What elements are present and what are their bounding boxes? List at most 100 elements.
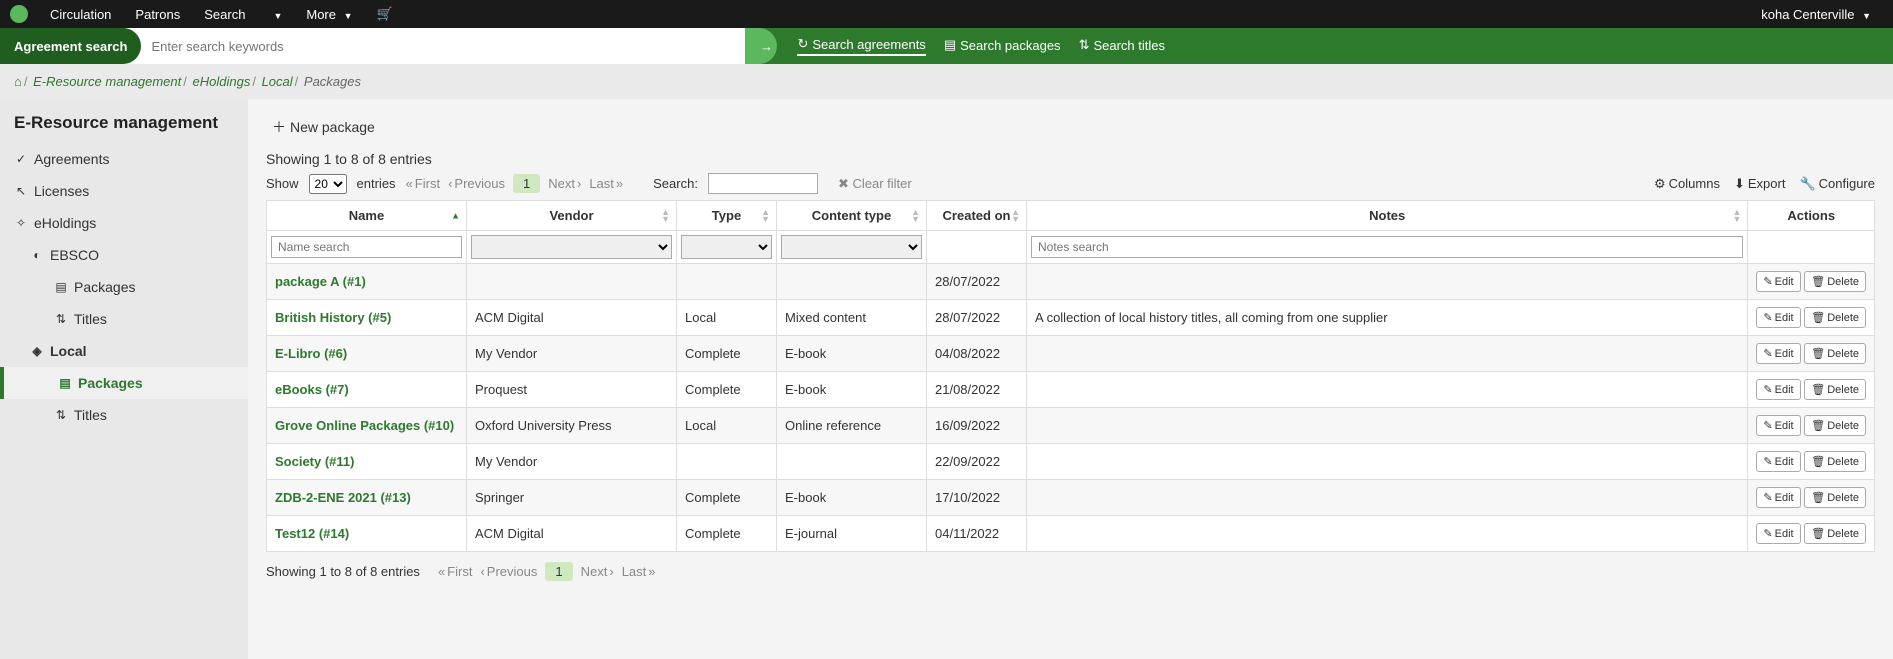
pager-current[interactable]: 1 [513, 174, 540, 193]
col-vendor[interactable]: Vendor▲▼ [467, 201, 677, 231]
package-name-link[interactable]: E-Libro (#6) [275, 346, 347, 361]
cart-icon[interactable]: 🛒 [365, 6, 405, 22]
breadcrumb-erm[interactable]: E-Resource management [33, 74, 181, 89]
filter-type-select[interactable] [681, 235, 772, 259]
edit-button[interactable]: ✎Edit [1756, 271, 1800, 292]
nav-patrons[interactable]: Patrons [123, 7, 192, 22]
new-package-button[interactable]: ＋New package [266, 113, 381, 141]
pager-bottom: «First ‹Previous 1 Next› Last» [438, 562, 656, 581]
pager-next[interactable]: Next› [548, 176, 581, 191]
configure-button[interactable]: 🔧Configure [1799, 176, 1875, 192]
search-input[interactable] [151, 33, 763, 60]
package-name-link[interactable]: British History (#5) [275, 310, 391, 325]
tab-search-agreements[interactable]: ↻Search agreements [797, 36, 925, 56]
table-search-input[interactable] [708, 173, 818, 194]
user-menu[interactable]: koha Centerville ▼ [1749, 7, 1883, 22]
packages-table: Name▲ Vendor▲▼ Type▲▼ Content type▲▼ Cre… [266, 200, 1875, 552]
delete-button[interactable]: 🗑Delete [1804, 271, 1866, 292]
cell-type: Local [677, 300, 777, 336]
page-size-select[interactable]: 20 [309, 174, 347, 194]
sidebar-item-titles[interactable]: ⇅Titles [0, 399, 248, 431]
pager-first[interactable]: «First [438, 564, 473, 579]
col-content-type[interactable]: Content type▲▼ [777, 201, 927, 231]
logo-icon[interactable] [10, 5, 28, 23]
delete-button[interactable]: 🗑Delete [1804, 343, 1866, 364]
nav-search[interactable]: Search [192, 7, 257, 22]
pager-current[interactable]: 1 [545, 562, 572, 581]
edit-button[interactable]: ✎Edit [1756, 487, 1800, 508]
nav-circulation[interactable]: Circulation [38, 7, 123, 22]
filter-name-input[interactable] [271, 236, 462, 258]
sidebar-title: E-Resource management [0, 109, 248, 143]
package-name-link[interactable]: Test12 (#14) [275, 526, 349, 541]
col-created-on[interactable]: Created on▲▼ [927, 201, 1027, 231]
caret-down-icon: ▼ [344, 11, 353, 21]
edit-button[interactable]: ✎Edit [1756, 307, 1800, 328]
clear-filter-button[interactable]: ✖ Clear filter [838, 176, 912, 192]
delete-button[interactable]: 🗑Delete [1804, 523, 1866, 544]
pager-previous[interactable]: ‹Previous [480, 564, 537, 579]
pager-first[interactable]: «First [406, 176, 441, 191]
sort-icon: ▲▼ [761, 209, 770, 223]
refresh-icon: ↻ [797, 36, 808, 52]
edit-button[interactable]: ✎Edit [1756, 415, 1800, 436]
col-notes[interactable]: Notes▲▼ [1027, 201, 1748, 231]
main-content: ＋New package Showing 1 to 8 of 8 entries… [248, 99, 1893, 659]
cell-created: 17/10/2022 [927, 480, 1027, 516]
nav-caret-dropdown[interactable]: ▼ [257, 7, 294, 22]
breadcrumb-eholdings[interactable]: eHoldings [193, 74, 251, 89]
sidebar-item-local[interactable]: ◈Local [0, 335, 248, 367]
pager-previous[interactable]: ‹Previous [448, 176, 505, 191]
delete-button[interactable]: 🗑Delete [1804, 415, 1866, 436]
searchbar: Agreement search → ↻Search agreements ▤S… [0, 28, 1893, 64]
edit-button[interactable]: ✎Edit [1756, 379, 1800, 400]
show-label: Show [266, 176, 299, 191]
columns-button[interactable]: ⚙Columns [1654, 176, 1720, 192]
edit-button[interactable]: ✎Edit [1756, 451, 1800, 472]
pager-next[interactable]: Next› [581, 564, 614, 579]
sidebar-item-licenses[interactable]: ↖Licenses [0, 175, 248, 207]
sidebar-item-packages[interactable]: ▤Packages [0, 271, 248, 303]
sidebar-item-packages[interactable]: ▤Packages [0, 367, 248, 399]
entries-suffix: entries [357, 176, 396, 191]
export-button[interactable]: ⬇Export [1734, 176, 1785, 192]
cell-notes [1027, 516, 1748, 552]
search-tabs: ↻Search agreements ▤Search packages ⇅Sea… [797, 36, 1165, 56]
sidebar-item-agreements[interactable]: ✓Agreements [0, 143, 248, 175]
breadcrumb-local[interactable]: Local [262, 74, 293, 89]
caret-down-icon: ▼ [273, 11, 282, 21]
delete-button[interactable]: 🗑Delete [1804, 451, 1866, 472]
entries-info-top: Showing 1 to 8 of 8 entries [266, 151, 1875, 167]
delete-button[interactable]: 🗑Delete [1804, 379, 1866, 400]
delete-button[interactable]: 🗑Delete [1804, 307, 1866, 328]
download-icon: ⬇ [1734, 176, 1745, 192]
package-name-link[interactable]: Society (#11) [275, 454, 355, 469]
cell-notes [1027, 264, 1748, 300]
package-name-link[interactable]: Grove Online Packages (#10) [275, 418, 454, 433]
gear-icon: ⚙ [1654, 176, 1666, 192]
tab-search-titles[interactable]: ⇅Search titles [1079, 37, 1165, 55]
search-submit-button[interactable]: → [745, 28, 777, 64]
edit-button[interactable]: ✎Edit [1756, 523, 1800, 544]
filter-content-select[interactable] [781, 235, 922, 259]
pager-last[interactable]: Last» [622, 564, 656, 579]
filter-vendor-select[interactable] [471, 235, 672, 259]
sidebar-item-titles[interactable]: ⇅Titles [0, 303, 248, 335]
package-name-link[interactable]: package A (#1) [275, 274, 366, 289]
edit-button[interactable]: ✎Edit [1756, 343, 1800, 364]
breadcrumb-home[interactable]: ⌂ [14, 74, 22, 89]
package-name-link[interactable]: ZDB-2-ENE 2021 (#13) [275, 490, 411, 505]
sidebar-item-eholdings[interactable]: ✧eHoldings [0, 207, 248, 239]
pager-last[interactable]: Last» [589, 176, 623, 191]
nav-more[interactable]: More ▼ [294, 7, 364, 22]
delete-button[interactable]: 🗑Delete [1804, 487, 1866, 508]
cell-content [777, 264, 927, 300]
col-type[interactable]: Type▲▼ [677, 201, 777, 231]
trash-icon: 🗑 [1811, 275, 1825, 288]
filter-notes-input[interactable] [1031, 236, 1743, 258]
tab-search-packages[interactable]: ▤Search packages [944, 37, 1061, 55]
package-name-link[interactable]: eBooks (#7) [275, 382, 349, 397]
col-name[interactable]: Name▲ [267, 201, 467, 231]
chevron-right-icon: › [609, 564, 613, 579]
sidebar-item-ebsco[interactable]: ◐EBSCO [0, 239, 248, 271]
